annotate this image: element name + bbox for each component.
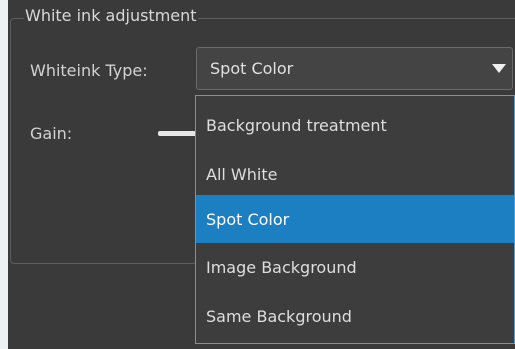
option-spot-color[interactable]: Spot Color <box>196 195 514 243</box>
option-same-background[interactable]: Same Background <box>196 292 514 341</box>
whiteink-type-value: Spot Color <box>210 59 294 78</box>
whiteink-type-select[interactable]: Spot Color <box>196 47 513 90</box>
option-all-white[interactable]: All White <box>196 150 514 199</box>
group-title: White ink adjustment <box>24 5 198 27</box>
chevron-down-icon[interactable] <box>492 64 506 73</box>
option-image-background[interactable]: Image Background <box>196 243 514 292</box>
whiteink-type-label: Whiteink Type: <box>30 61 148 80</box>
whiteink-type-dropdown: Background treatment All White Spot Colo… <box>195 95 515 344</box>
gain-label: Gain: <box>30 124 73 143</box>
option-background-treatment[interactable]: Background treatment <box>196 101 514 150</box>
